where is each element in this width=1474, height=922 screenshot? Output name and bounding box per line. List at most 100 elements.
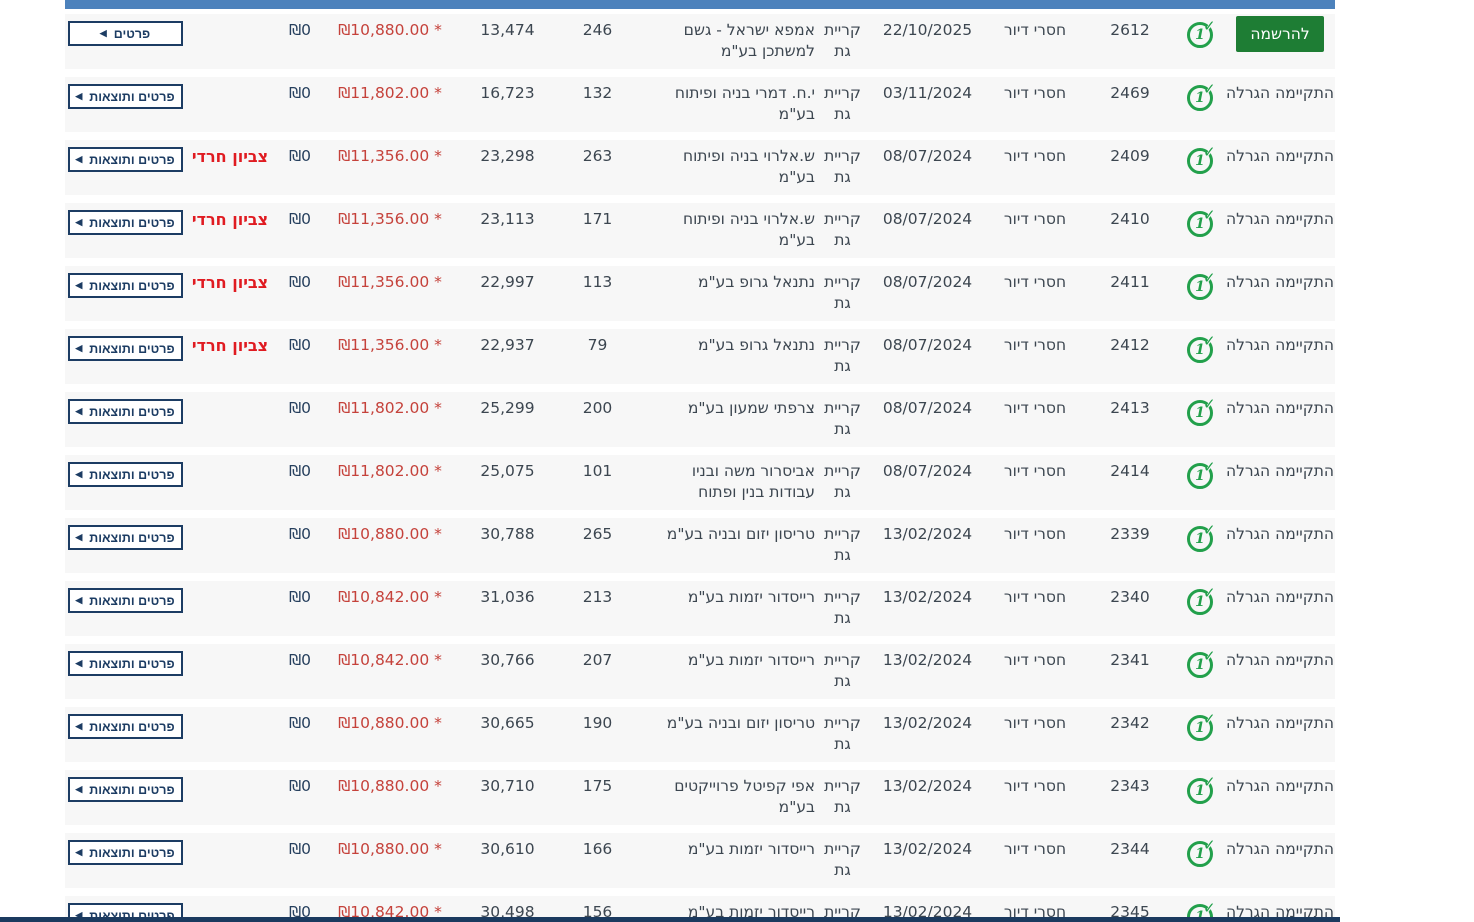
registrants-count: 25,299 — [480, 399, 535, 417]
check-icon: ✓ — [1203, 899, 1216, 917]
lottery-results-page: להרשמה להרשמה 1 ✓ 2612 חסרי דיור 22/10/2… — [0, 0, 1474, 922]
details-button[interactable]: פרטים ◀ — [67, 21, 183, 46]
lottery-row: התקיימה הגרלה התקיימה הגרלה 1 ✓ 2343 חסר… — [65, 770, 1335, 825]
contractor-name: נתנאל גרופ בע"מ — [698, 273, 815, 291]
fee-value: ₪0 — [288, 273, 312, 291]
details-button-label: פרטים — [113, 26, 151, 41]
details-button[interactable]: פרטים ותוצאות ◀ — [67, 273, 183, 298]
status-cell: התקיימה הגרלה התקיימה הגרלה — [1225, 140, 1335, 167]
contractor-name: אמפא ישראל - גשם למשתכן בע"מ — [683, 21, 815, 60]
price-cell: ₪11,356.00 * — [325, 329, 455, 356]
fee-cell: ₪0 — [275, 518, 325, 545]
registrants-count: 22,937 — [480, 336, 535, 354]
price-value: ₪11,802.00 * — [338, 399, 442, 417]
status-cell: התקיימה הגרלה התקיימה הגרלה — [1225, 392, 1335, 419]
fee-cell: ₪0 — [275, 329, 325, 356]
details-button-label: פרטים ותוצאות — [89, 656, 175, 671]
registrants-count: 25,075 — [480, 462, 535, 480]
lottery-number: 2413 — [1110, 399, 1150, 417]
fee-cell: ₪0 — [275, 644, 325, 671]
lottery-count-icon: 1 ✓ — [1187, 773, 1216, 804]
fee-value: ₪0 — [288, 336, 312, 354]
details-cell: פרטים ותוצאות ◀ — [65, 833, 185, 865]
haredi-cell — [185, 896, 275, 902]
haredi-cell — [185, 392, 275, 398]
details-button[interactable]: פרטים ותוצאות ◀ — [67, 777, 183, 802]
apartments-count: 101 — [582, 462, 613, 480]
registrants-count: 30,610 — [480, 840, 535, 858]
lottery-number: 2469 — [1110, 84, 1150, 102]
city-name: קריית גת — [824, 714, 861, 753]
lottery-count-icon: 1 ✓ — [1187, 206, 1216, 237]
apartments-count: 113 — [582, 273, 613, 291]
footer-bar — [0, 917, 1340, 922]
details-button-label: פרטים ותוצאות — [89, 278, 175, 293]
lottery-row: התקיימה הגרלה התקיימה הגרלה 1 ✓ 2339 חסר… — [65, 518, 1335, 573]
haredi-cell — [185, 770, 275, 776]
registrants-count: 30,710 — [480, 777, 535, 795]
lottery-count-icon: 1 ✓ — [1187, 584, 1216, 615]
status-text: התקיימה הגרלה — [1225, 462, 1335, 480]
apartments-count: 200 — [582, 399, 613, 417]
triangle-left-icon: ◀ — [75, 721, 83, 731]
lottery-count-cell: 1 ✓ — [1175, 203, 1225, 237]
details-cell: פרטים ותוצאות ◀ — [65, 329, 185, 361]
lottery-count-icon: 1 ✓ — [1187, 17, 1216, 48]
details-button-label: פרטים ותוצאות — [89, 341, 175, 356]
details-button-label: פרטים ותוצאות — [89, 845, 175, 860]
details-button[interactable]: פרטים ותוצאות ◀ — [67, 840, 183, 865]
audience-label: חסרי דיור — [1003, 147, 1067, 165]
lottery-date: 13/02/2024 — [882, 777, 973, 795]
haredi-cell — [185, 77, 275, 83]
check-icon: ✓ — [1203, 710, 1216, 728]
details-button[interactable]: פרטים ותוצאות ◀ — [67, 210, 183, 235]
apartments-count: 207 — [582, 651, 613, 669]
lottery-count-cell: 1 ✓ — [1175, 392, 1225, 426]
details-button[interactable]: פרטים ותוצאות ◀ — [67, 84, 183, 109]
status-text: התקיימה הגרלה — [1225, 840, 1335, 858]
contractor-name: רייסדור יזמות בע"מ — [687, 588, 815, 606]
price-cell: ₪10,880.00 * — [325, 770, 455, 797]
details-button[interactable]: פרטים ותוצאות ◀ — [67, 588, 183, 613]
fee-value: ₪0 — [288, 21, 312, 39]
details-button[interactable]: פרטים ותוצאות ◀ — [67, 336, 183, 361]
check-icon: ✓ — [1203, 521, 1216, 539]
contractor-name: רייסדור יזמות בע"מ — [687, 840, 815, 858]
fee-cell: ₪0 — [275, 203, 325, 230]
city-name: קריית גת — [824, 210, 861, 249]
apartments-count: 265 — [582, 525, 613, 543]
status-cell: התקיימה הגרלה התקיימה הגרלה — [1225, 581, 1335, 608]
fee-value: ₪0 — [288, 399, 312, 417]
price-value: ₪10,880.00 * — [338, 525, 442, 543]
lottery-date: 13/02/2024 — [882, 588, 973, 606]
haredi-cell: צביון חרדי — [185, 329, 275, 357]
status-cell: התקיימה הגרלה התקיימה הגרלה — [1225, 833, 1335, 860]
audience-label: חסרי דיור — [1003, 273, 1067, 291]
registrants-count: 23,113 — [480, 210, 535, 228]
details-button[interactable]: פרטים ותוצאות ◀ — [67, 714, 183, 739]
register-button[interactable]: להרשמה — [1236, 16, 1324, 52]
lottery-date: 13/02/2024 — [882, 525, 973, 543]
triangle-left-icon: ◀ — [75, 784, 83, 794]
lottery-count-icon: 1 ✓ — [1187, 836, 1216, 867]
details-button[interactable]: פרטים ותוצאות ◀ — [67, 651, 183, 676]
details-button[interactable]: פרטים ותוצאות ◀ — [67, 399, 183, 424]
status-cell: התקיימה הגרלה התקיימה הגרלה — [1225, 77, 1335, 104]
lottery-count-icon: 1 ✓ — [1187, 143, 1216, 174]
price-cell: ₪11,356.00 * — [325, 203, 455, 230]
haredi-cell — [185, 581, 275, 587]
lottery-number: 2411 — [1110, 273, 1150, 291]
status-text: התקיימה הגרלה — [1225, 714, 1335, 732]
details-button-label: פרטים ותוצאות — [89, 215, 175, 230]
status-text: התקיימה הגרלה — [1225, 273, 1335, 291]
fee-cell: ₪0 — [275, 455, 325, 482]
status-text: התקיימה הגרלה — [1225, 525, 1335, 543]
details-button[interactable]: פרטים ותוצאות ◀ — [67, 462, 183, 487]
lottery-count-icon: 1 ✓ — [1187, 332, 1216, 363]
fee-cell: ₪0 — [275, 77, 325, 104]
lottery-row: התקיימה הגרלה התקיימה הגרלה 1 ✓ 2409 חסר… — [65, 140, 1335, 195]
price-value: ₪11,356.00 * — [338, 210, 442, 228]
details-button[interactable]: פרטים ותוצאות ◀ — [67, 147, 183, 172]
price-cell: ₪10,842.00 * — [325, 644, 455, 671]
details-button[interactable]: פרטים ותוצאות ◀ — [67, 525, 183, 550]
